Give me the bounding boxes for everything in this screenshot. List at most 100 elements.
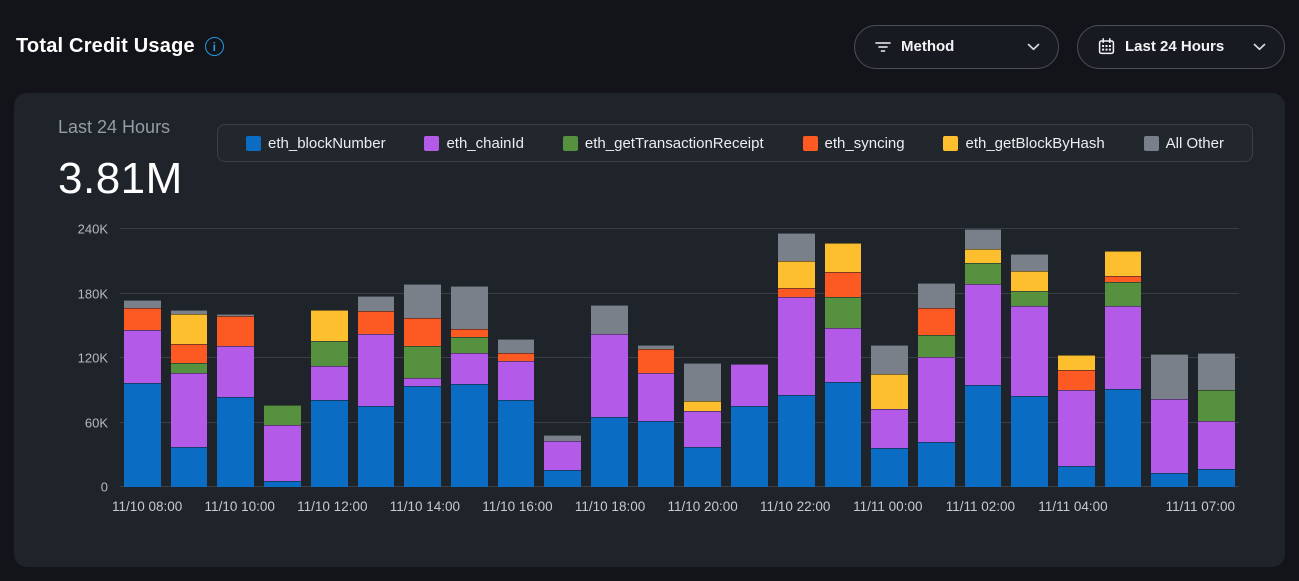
bar-segment-eth_getBlockByHash	[311, 310, 348, 341]
legend-swatch	[246, 136, 261, 151]
bar-11-10-13-00[interactable]	[358, 296, 395, 487]
bar-segment-eth_blockNumber	[404, 386, 441, 487]
legend-item-eth_getBlockByHash[interactable]: eth_getBlockByHash	[943, 135, 1104, 152]
x-tick-label: 11/11 04:00	[1038, 499, 1107, 514]
bar-segment-eth_syncing	[498, 353, 535, 362]
bar-11-10-14-00[interactable]	[404, 284, 441, 487]
bar-segment-All Other	[1011, 254, 1048, 271]
bar-segment-eth_blockNumber	[731, 406, 768, 487]
bar-segment-eth_blockNumber	[1151, 473, 1188, 487]
bar-segment-eth_chainId	[871, 409, 908, 449]
bar-segment-eth_blockNumber	[451, 384, 488, 487]
bar-11-10-09-00[interactable]	[171, 310, 208, 487]
bar-segment-eth_chainId	[1198, 421, 1235, 468]
legend-item-All Other[interactable]: All Other	[1144, 135, 1224, 152]
bar-11-10-15-00[interactable]	[451, 286, 488, 487]
bar-11-11-05-00[interactable]	[1105, 251, 1142, 487]
bar-11-10-20-00[interactable]	[684, 363, 721, 487]
bar-segment-eth_syncing	[638, 349, 675, 373]
bar-segment-All Other	[684, 363, 721, 401]
method-filter-dropdown[interactable]: Method	[854, 25, 1059, 69]
bar-segment-All Other	[591, 305, 628, 334]
bar-segment-All Other	[498, 339, 535, 353]
bar-segment-All Other	[404, 284, 441, 318]
date-range-label: Last 24 Hours	[1125, 38, 1224, 55]
bar-segment-eth_chainId	[498, 361, 535, 400]
x-tick-label: 11/10 20:00	[667, 499, 737, 514]
bar-11-11-06-00[interactable]	[1151, 354, 1188, 487]
bar-11-10-11-00[interactable]	[264, 405, 301, 487]
bar-segment-eth_syncing	[171, 344, 208, 363]
bar-segment-eth_blockNumber	[871, 448, 908, 487]
legend-item-eth_chainId[interactable]: eth_chainId	[424, 135, 524, 152]
bar-11-10-12-00[interactable]	[311, 310, 348, 487]
bar-segment-All Other	[778, 233, 815, 261]
bar-segment-eth_blockNumber	[918, 442, 955, 487]
bar-11-10-19-00[interactable]	[638, 345, 675, 487]
legend-item-eth_blockNumber[interactable]: eth_blockNumber	[246, 135, 386, 152]
legend-swatch	[943, 136, 958, 151]
bar-segment-eth_chainId	[1151, 399, 1188, 473]
legend-swatch	[563, 136, 578, 151]
page-title: Total Credit Usage	[16, 35, 195, 58]
bar-11-10-16-00[interactable]	[498, 339, 535, 487]
bar-segment-eth_chainId	[825, 328, 862, 382]
calendar-icon	[1098, 38, 1115, 55]
bar-segment-eth_syncing	[451, 329, 488, 337]
y-tick-label: 120K	[58, 351, 108, 366]
bar-segment-eth_getBlockByHash	[871, 374, 908, 408]
bar-segment-eth_getBlockByHash	[825, 243, 862, 272]
bar-11-11-00-00[interactable]	[871, 345, 908, 487]
bar-segment-eth_chainId	[1011, 306, 1048, 395]
bar-11-10-23-00[interactable]	[825, 243, 862, 487]
bar-11-11-04-00[interactable]	[1058, 355, 1095, 487]
x-tick-label: 11/10 22:00	[760, 499, 830, 514]
bar-segment-eth_getBlockByHash	[965, 249, 1002, 263]
bar-segment-eth_blockNumber	[1198, 469, 1235, 487]
bar-segment-eth_chainId	[358, 334, 395, 406]
x-tick-label: 11/10 12:00	[297, 499, 367, 514]
bar-segment-eth_blockNumber	[1058, 466, 1095, 488]
bar-segment-eth_getBlockByHash	[684, 401, 721, 411]
y-tick-label: 180K	[58, 286, 108, 301]
bar-segment-eth_getTransactionReceipt	[404, 346, 441, 378]
bar-11-10-22-00[interactable]	[778, 233, 815, 487]
legend-swatch	[1144, 136, 1159, 151]
legend-item-eth_getTransactionReceipt[interactable]: eth_getTransactionReceipt	[563, 135, 764, 152]
bar-segment-eth_getTransactionReceipt	[311, 341, 348, 366]
bar-11-11-02-00[interactable]	[965, 229, 1002, 487]
bar-segment-eth_getTransactionReceipt	[965, 263, 1002, 283]
bar-11-10-10-00[interactable]	[217, 314, 254, 487]
bar-segment-eth_blockNumber	[1105, 389, 1142, 487]
bar-segment-eth_chainId	[264, 425, 301, 481]
bar-11-11-01-00[interactable]	[918, 283, 955, 487]
x-tick-label: 11/11 02:00	[946, 499, 1015, 514]
x-tick-label: 11/10 10:00	[205, 499, 275, 514]
date-range-dropdown[interactable]: Last 24 Hours	[1077, 25, 1285, 69]
legend-item-eth_syncing[interactable]: eth_syncing	[803, 135, 905, 152]
bar-11-10-21-00[interactable]	[731, 364, 768, 487]
bar-segment-eth_syncing	[124, 308, 161, 331]
bar-segment-eth_blockNumber	[311, 400, 348, 487]
bar-segment-eth_getTransactionReceipt	[1198, 390, 1235, 421]
x-tick-label: 11/10 14:00	[390, 499, 460, 514]
bar-11-10-17-00[interactable]	[544, 435, 581, 487]
bar-11-11-03-00[interactable]	[1011, 254, 1048, 487]
bar-segment-eth_blockNumber	[544, 470, 581, 487]
x-tick-label: 11/11 00:00	[853, 499, 922, 514]
bar-segment-eth_getTransactionReceipt	[1011, 291, 1048, 306]
chart-legend: eth_blockNumber eth_chainId eth_getTransac…	[217, 124, 1253, 162]
bar-segment-eth_getTransactionReceipt	[1105, 282, 1142, 307]
bar-11-11-07-00[interactable]	[1198, 353, 1235, 487]
bar-11-10-08-00[interactable]	[124, 300, 161, 487]
legend-label: eth_syncing	[825, 135, 905, 152]
bar-segment-All Other	[1198, 353, 1235, 391]
bar-segment-eth_getBlockByHash	[171, 314, 208, 344]
stat-period-label: Last 24 Hours	[58, 117, 217, 138]
header-actions: Method Last 24 Hours	[854, 25, 1285, 69]
bar-segment-eth_blockNumber	[684, 447, 721, 487]
bar-11-10-18-00[interactable]	[591, 305, 628, 487]
usage-chart: 060K120K180K240K 11/10 08:0011/10 10:001…	[58, 226, 1253, 536]
info-icon[interactable]: i	[205, 37, 224, 56]
x-tick-label: 11/10 16:00	[482, 499, 552, 514]
